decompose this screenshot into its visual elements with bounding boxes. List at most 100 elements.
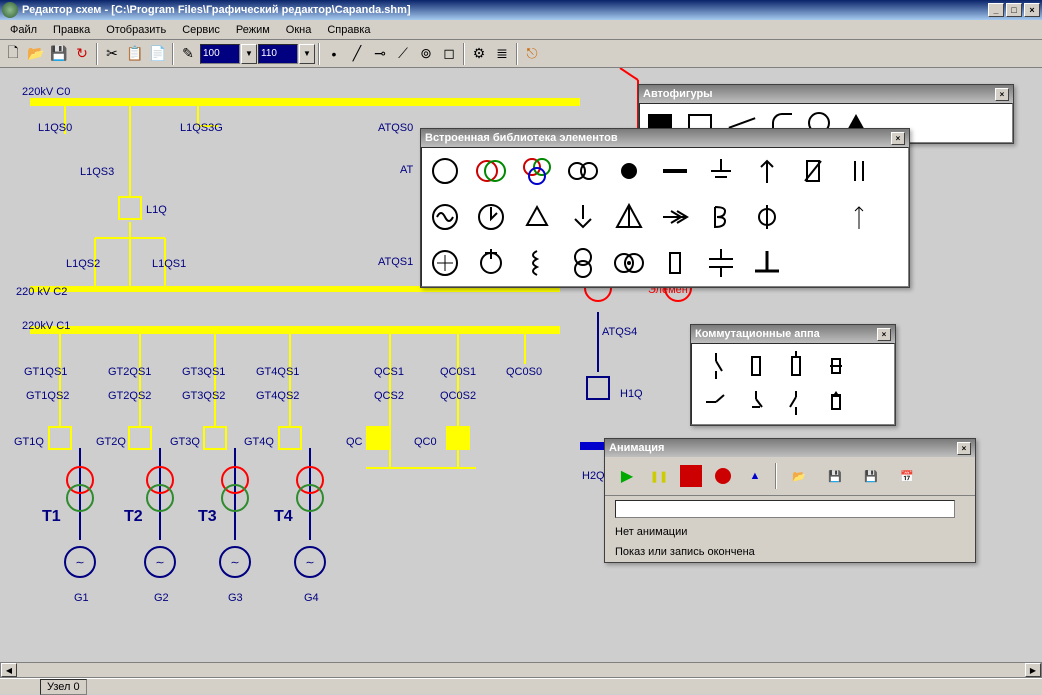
animation-close[interactable]: × [957,442,971,455]
box-h1q[interactable] [586,376,610,400]
copy-button[interactable]: 📋 [124,43,146,65]
cut-button[interactable]: ✂ [101,43,123,65]
box-qc0[interactable] [446,426,470,450]
anim-eject-button[interactable]: ▲ [743,464,767,488]
elem-empty2 [790,240,836,286]
elem-2circle-rg[interactable] [468,148,514,194]
elem-circle[interactable] [422,148,468,194]
elem-capacitor-h[interactable] [698,240,744,286]
elem-gen-sine[interactable] [422,194,468,240]
tool-align[interactable]: ≣ [491,43,513,65]
anim-save-icon[interactable]: 💾 [821,464,849,488]
sw-6[interactable] [736,384,776,420]
zoom-combo-1[interactable]: 100 [200,44,240,64]
elem-coupled[interactable] [606,240,652,286]
elem-ground-arrow[interactable] [560,194,606,240]
zoom-dropdown-1[interactable]: ▼ [241,44,257,64]
library-close[interactable]: × [891,132,905,145]
tool-connector[interactable]: ⊸ [369,43,391,65]
sw-8[interactable] [816,384,856,420]
refresh-button[interactable]: ↻ [71,43,93,65]
anim-open-icon[interactable]: 📂 [785,464,813,488]
menu-file[interactable]: Файл [2,22,45,38]
label-atqs4: ATQS4 [602,326,637,338]
anim-record-button[interactable] [711,464,735,488]
tool-node[interactable]: • [323,43,345,65]
label-l1qs2: L1QS2 [66,258,100,270]
sw-2[interactable] [736,348,776,384]
tool-misc[interactable]: ◻ [438,43,460,65]
elem-b-symbol[interactable] [698,194,744,240]
label-gt1q: GT1Q [14,436,44,448]
sw-5[interactable] [696,384,736,420]
t1-secondary [66,484,94,512]
zoom-combo-2[interactable]: 110 [258,44,298,64]
menu-mode[interactable]: Режим [228,22,278,38]
elem-ground[interactable] [698,148,744,194]
menu-windows[interactable]: Окна [278,22,320,38]
box-gt3q[interactable] [203,426,227,450]
elem-2circle-v[interactable] [560,240,606,286]
elem-meter[interactable] [422,240,468,286]
gen-g4: ∼ [294,546,326,578]
elem-empty3 [836,240,882,286]
sw-3[interactable] [776,348,816,384]
sw-1[interactable] [696,348,736,384]
anim-pause-button[interactable]: ❚❚ [647,464,671,488]
shape-line[interactable] [729,117,756,128]
pencil-button[interactable]: ✎ [177,43,199,65]
box-l1q[interactable] [118,196,142,220]
menu-service[interactable]: Сервис [174,22,228,38]
elem-delta-outline[interactable] [606,194,652,240]
paste-button[interactable]: 📄 [147,43,169,65]
menu-edit[interactable]: Правка [45,22,98,38]
scroll-left[interactable]: ◀ [1,663,17,677]
menu-view[interactable]: Отобразить [98,22,174,38]
elem-inductor[interactable] [514,240,560,286]
elem-perp[interactable] [744,240,790,286]
elem-capacitor-v[interactable] [836,148,882,194]
elem-delta[interactable] [514,194,560,240]
tool-switch[interactable]: ⟋ [392,43,414,65]
elem-arrow-up[interactable] [744,148,790,194]
sw-4[interactable] [816,348,856,384]
elem-phi[interactable] [744,194,790,240]
box-gt1q[interactable] [48,426,72,450]
tool-line[interactable]: ╱ [346,43,368,65]
new-button[interactable]: 🗋 [2,43,24,65]
sw-7[interactable] [776,384,816,420]
animation-input[interactable] [615,500,955,518]
maximize-button[interactable]: □ [1006,3,1022,17]
t3-secondary [221,484,249,512]
switches-close[interactable]: × [877,328,891,341]
box-gt4q[interactable] [278,426,302,450]
save-button[interactable]: 💾 [48,43,70,65]
autoshapes-close[interactable]: × [995,88,1009,101]
box-gt2q[interactable] [128,426,152,450]
close-button[interactable]: × [1024,3,1040,17]
elem-gen-arrow[interactable] [468,194,514,240]
elem-double-arrow[interactable] [652,194,698,240]
scroll-right[interactable]: ▶ [1025,663,1041,677]
elem-arrow-up2[interactable] [836,194,882,240]
elem-thick-line[interactable] [652,148,698,194]
elem-dot[interactable] [606,148,652,194]
elem-resistor[interactable] [652,240,698,286]
anim-stop-button[interactable] [679,464,703,488]
box-qc[interactable] [366,426,390,450]
anim-saveall-icon[interactable]: 💾 [857,464,885,488]
tool-gear[interactable]: ⚙ [468,43,490,65]
elem-ct[interactable] [468,240,514,286]
zoom-dropdown-2[interactable]: ▼ [299,44,315,64]
horizontal-scrollbar[interactable]: ◀ ▶ [0,662,1042,678]
elem-fuse[interactable] [790,148,836,194]
menu-help[interactable]: Справка [319,22,378,38]
elem-3circle[interactable] [514,148,560,194]
open-button[interactable]: 📂 [25,43,47,65]
tool-transformer[interactable]: ⊚ [415,43,437,65]
elem-2circle-chain[interactable] [560,148,606,194]
anim-calendar-icon[interactable]: 📅 [893,464,921,488]
minimize-button[interactable]: _ [988,3,1004,17]
tool-exit[interactable]: ⎋ [521,43,543,65]
anim-play-button[interactable]: ▶ [615,464,639,488]
